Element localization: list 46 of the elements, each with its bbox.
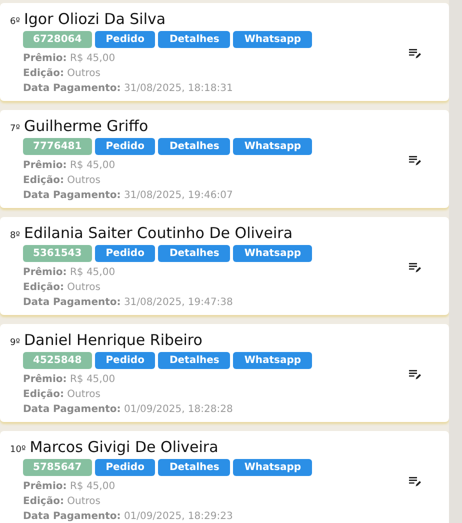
info-line: Edição: Outros: [23, 67, 102, 81]
ticket-code: 6728064: [23, 31, 92, 48]
rank-label: 9º: [10, 338, 20, 348]
winner-name: Daniel Henrique Ribeiro: [24, 331, 202, 349]
whatsapp-button[interactable]: Whatsapp: [233, 138, 312, 155]
ticket-code: 5361543: [23, 245, 92, 262]
ticket-code: 5785647: [23, 459, 92, 476]
order-button[interactable]: Pedido: [94, 31, 156, 48]
info-line: Prêmio: R$ 45,00: [23, 52, 116, 66]
details-button[interactable]: Detalhes: [158, 352, 230, 369]
details-button[interactable]: Detalhes: [158, 31, 230, 48]
info-line: Edição: Outros: [23, 174, 102, 188]
scrollbar[interactable]: [449, 0, 462, 523]
rank-label: 8º: [10, 231, 20, 241]
order-button[interactable]: Pedido: [94, 138, 156, 155]
whatsapp-button[interactable]: Whatsapp: [233, 352, 312, 369]
info-line: Edição: Outros: [23, 388, 102, 402]
winner-name: Igor Oliozi Da Silva: [24, 10, 166, 28]
order-button[interactable]: Pedido: [94, 352, 156, 369]
info-line: Prêmio: R$ 45,00: [23, 480, 116, 494]
winner-name: Edilania Saiter Coutinho De Oliveira: [24, 224, 293, 242]
info-line: Prêmio: R$ 45,00: [23, 266, 116, 280]
ticket-code: 4525848: [23, 352, 92, 369]
whatsapp-button[interactable]: Whatsapp: [233, 459, 312, 476]
winner-name: Guilherme Griffo: [24, 117, 148, 135]
info-line: Edição: Outros: [23, 281, 102, 295]
order-button[interactable]: Pedido: [94, 245, 156, 262]
details-button[interactable]: Detalhes: [158, 138, 230, 155]
info-line: Data Pagamento: 31/08/2025, 19:47:38: [23, 296, 234, 310]
whatsapp-button[interactable]: Whatsapp: [233, 245, 312, 262]
info-line: Data Pagamento: 01/09/2025, 18:29:23: [23, 510, 234, 523]
info-line: Edição: Outros: [23, 495, 102, 509]
info-line: Data Pagamento: 31/08/2025, 19:46:07: [23, 189, 234, 203]
info-line: Prêmio: R$ 45,00: [23, 159, 116, 173]
rank-label: 6º: [10, 17, 20, 27]
order-button[interactable]: Pedido: [94, 459, 156, 476]
whatsapp-button[interactable]: Whatsapp: [233, 31, 312, 48]
info-line: Data Pagamento: 31/08/2025, 18:18:31: [23, 82, 234, 96]
info-line: Prêmio: R$ 45,00: [23, 373, 116, 387]
rank-label: 7º: [10, 124, 20, 134]
info-line: Data Pagamento: 01/09/2025, 18:28:28: [23, 403, 234, 417]
ticket-code: 7776481: [23, 138, 92, 155]
details-button[interactable]: Detalhes: [158, 459, 230, 476]
details-button[interactable]: Detalhes: [158, 245, 230, 262]
rank-label: 10º: [10, 445, 26, 455]
winner-name: Marcos Givigi De Oliveira: [30, 438, 218, 456]
